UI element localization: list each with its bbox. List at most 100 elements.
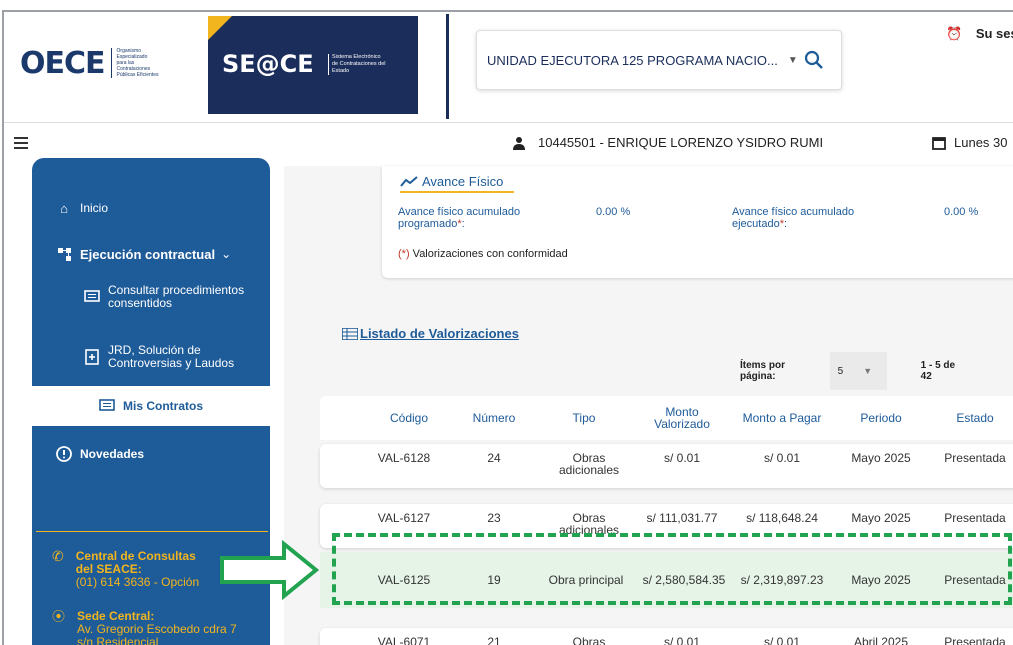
menu-icon[interactable]: [14, 137, 28, 149]
cell-monto-pagar: s/ 0.01: [763, 451, 801, 465]
cell-monto-valorizado: s/ 0.01: [663, 451, 701, 465]
table-row[interactable]: VAL-6127 23 Obras adicionales s/ 111,031…: [320, 504, 1013, 548]
chevron-down-icon: ⌄: [221, 247, 232, 261]
oece-logo-subtitle: Organismo Especializado para las Contrat…: [110, 48, 159, 78]
cell-tipo: Obras adicionales: [558, 451, 620, 477]
avance-programado-label: Avance físico acumulado programado*:: [398, 206, 521, 230]
col-numero[interactable]: Número: [454, 396, 534, 440]
sidebar-item-novedades[interactable]: Novedades: [32, 446, 270, 462]
cell-tipo: Obras adicionales: [572, 635, 606, 645]
cell-monto-pagar: s/ 118,648.24: [746, 511, 818, 525]
session-timer: ⏰ Su ses: [946, 26, 1013, 42]
seace-logo-subtitle: Sistema Electrónico de Contrataciones de…: [328, 54, 388, 75]
home-icon: ⌂: [60, 200, 68, 216]
table-header: Código Número Tipo Monto Valorizado Mont…: [320, 396, 1013, 440]
calendar-icon: [932, 136, 946, 150]
cell-numero: 23: [487, 511, 501, 525]
cell-periodo: Mayo 2025: [851, 451, 911, 465]
avance-ejecutado-label: Avance físico acumulado ejecutado*:: [732, 206, 855, 230]
paginator: Ítems por página: 5 ▼ 1 - 5 de 42: [740, 352, 1013, 390]
location-pin-icon: ⦿: [52, 609, 66, 624]
cell-monto-pagar: s/ 0.01: [763, 635, 801, 645]
cell-periodo: Mayo 2025: [851, 511, 911, 525]
cell-codigo: VAL-6128: [377, 451, 431, 465]
contact-central-value: (01) 614 3636 - Opción: [75, 575, 200, 589]
caret-down-icon: ▼: [863, 366, 873, 376]
seace-logo-text: SE@CE: [222, 50, 314, 78]
cell-tipo: Obra principal: [548, 573, 624, 587]
session-text: Su ses: [975, 26, 1013, 41]
oece-logo[interactable]: OECE Organismo Especializado para las Co…: [20, 40, 159, 86]
oece-logo-text: OECE: [20, 45, 106, 81]
sidebar-item-label: Novedades: [80, 447, 145, 461]
alarm-clock-icon: ⏰: [946, 26, 963, 41]
cell-codigo: VAL-6127: [377, 511, 431, 525]
listado-valorizaciones-title[interactable]: Listado de Valorizaciones: [342, 326, 519, 341]
table-row[interactable]: VAL-6128 24 Obras adicionales s/ 0.01 s/…: [320, 444, 1013, 488]
cell-codigo: VAL-6125: [377, 573, 431, 587]
col-tipo[interactable]: Tipo: [534, 396, 634, 440]
hierarchy-icon: [56, 246, 72, 262]
sidebar-item-jrd[interactable]: JRD, Solución de Controversias y Laudos: [32, 344, 270, 370]
col-monto-pagar[interactable]: Monto a Pagar: [732, 396, 832, 440]
table-row-highlighted[interactable]: VAL-6125 19 Obra principal s/ 2,580,584.…: [320, 552, 1013, 608]
current-date: Lunes 30: [932, 135, 1008, 150]
alert-circle-icon: [56, 446, 72, 462]
cell-numero: 19: [487, 573, 501, 587]
cell-estado: Presentada: [944, 573, 1006, 587]
sidebar-item-inicio[interactable]: ⌂ Inicio: [32, 200, 270, 216]
avance-fisico-card: Avance Físico Avance físico acumulado pr…: [382, 166, 1013, 278]
sidebar-divider: [36, 531, 268, 532]
cell-numero: 24: [487, 451, 501, 465]
contact-central-title: Central de Consultas del SEACE:: [75, 549, 196, 576]
sidebar-item-consultar[interactable]: Consultar procedimientos consentidos: [32, 284, 270, 310]
cell-monto-valorizado: s/ 0.01: [663, 635, 701, 645]
sidebar-item-label: Inicio: [80, 201, 109, 215]
cell-codigo: VAL-6071: [377, 635, 431, 645]
contact-central: ✆ Central de Consultas del SEACE: (01) 6…: [52, 548, 216, 589]
trending-up-icon: [400, 175, 418, 187]
cell-monto-valorizado: s/ 111,031.77: [646, 511, 718, 525]
cell-periodo: Mayo 2025: [851, 573, 911, 587]
app-window: OECE Organismo Especializado para las Co…: [2, 10, 1013, 645]
message-icon: [84, 289, 100, 305]
cell-estado: Presentada: [944, 511, 1006, 525]
document-plus-icon: [84, 349, 100, 365]
phone-icon: ✆: [52, 548, 64, 564]
avance-programado-value: 0.00 %: [596, 206, 631, 218]
sidebar-item-mis-contratos[interactable]: Mis Contratos: [32, 386, 270, 426]
cell-estado: Presentada: [944, 635, 1006, 645]
header-divider: [446, 14, 449, 119]
page-range: 1 - 5 de 42: [920, 360, 956, 382]
sidebar-item-label: JRD, Solución de Controversias y Laudos: [108, 343, 235, 370]
unit-select-value: UNIDAD EJECUTORA 125 PROGRAMA NACIO...: [487, 52, 778, 68]
col-monto-valorizado[interactable]: Monto Valorizado: [642, 396, 722, 440]
contact-sede: ⦿ Sede Central: Av. Gregorio Escobedo cd…: [52, 610, 237, 645]
sidebar-item-label: Mis Contratos: [122, 399, 203, 413]
sidebar-item-label: Consultar procedimientos consentidos: [108, 283, 245, 310]
cell-monto-pagar: s/ 2,319,897.23: [740, 573, 824, 587]
search-icon[interactable]: [804, 50, 824, 70]
user-info: 10445501 - ENRIQUE LORENZO YSIDRO RUMI: [512, 135, 823, 150]
person-icon: [513, 136, 525, 150]
cell-tipo: Obras adicionales: [558, 511, 620, 537]
chevron-down-icon[interactable]: ▼: [788, 55, 798, 66]
contact-sede-value: Av. Gregorio Escobedo cdra 7 s/n Residen…: [77, 622, 237, 645]
items-per-page-select[interactable]: 5 ▼: [829, 352, 887, 390]
header: OECE Organismo Especializado para las Co…: [4, 12, 1013, 122]
cell-numero: 21: [487, 635, 501, 645]
avance-fisico-title: Avance Físico: [400, 174, 514, 193]
table-row[interactable]: VAL-6071 21 Obras adicionales s/ 0.01 s/…: [320, 628, 1013, 645]
avance-note: (*) Valorizaciones con conformidad: [398, 248, 568, 260]
col-estado[interactable]: Estado: [930, 396, 1013, 440]
col-periodo[interactable]: Periodo: [836, 396, 926, 440]
sidebar-item-ejecucion[interactable]: Ejecución contractual ⌄: [32, 246, 270, 262]
avance-ejecutado-value: 0.00 %: [944, 206, 979, 218]
items-per-page-label: Ítems por página:: [740, 360, 786, 382]
unit-select[interactable]: UNIDAD EJECUTORA 125 PROGRAMA NACIO... ▼: [476, 30, 842, 90]
list-icon: [342, 327, 358, 340]
seace-logo-corner: [208, 16, 232, 40]
seace-logo[interactable]: SE@CE Sistema Electrónico de Contratacio…: [208, 16, 418, 114]
arrow-right-icon: [220, 540, 320, 600]
col-codigo[interactable]: Código: [364, 396, 454, 440]
